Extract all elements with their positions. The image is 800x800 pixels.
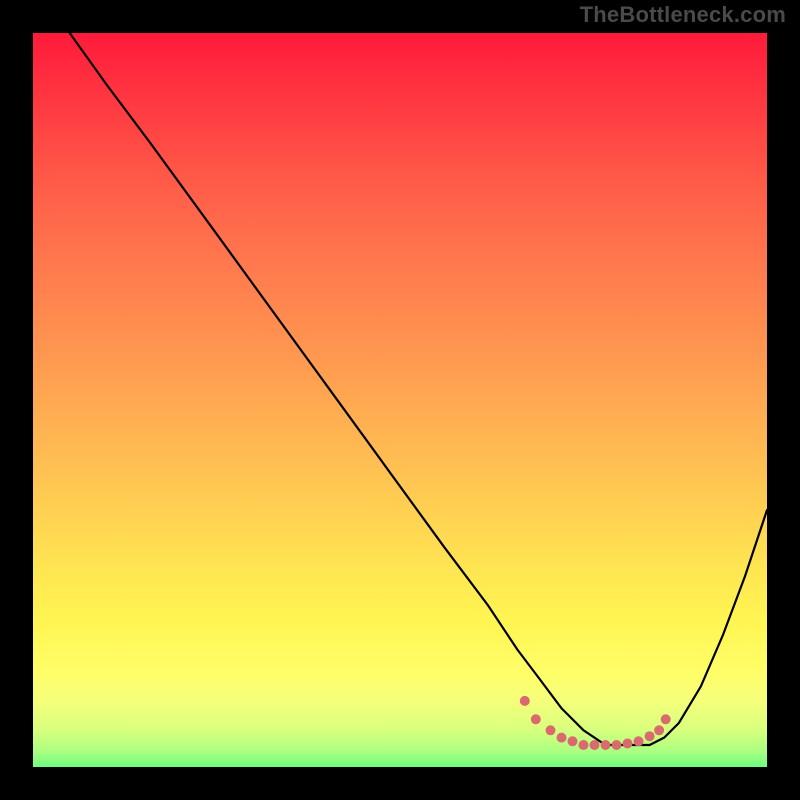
marker-dot (590, 740, 600, 750)
marker-dot (661, 714, 671, 724)
marker-dot (612, 740, 622, 750)
marker-dot (531, 714, 541, 724)
watermark-text: TheBottleneck.com (580, 2, 786, 28)
marker-dot (601, 740, 611, 750)
bottleneck-curve (70, 33, 767, 745)
plot-area (33, 33, 767, 767)
curve-layer (33, 33, 767, 767)
marker-dot (568, 736, 578, 746)
marker-dot (623, 739, 633, 749)
marker-dot (654, 725, 664, 735)
chart-frame: TheBottleneck.com (0, 0, 800, 800)
marker-dot (634, 736, 644, 746)
marker-dot (546, 725, 556, 735)
marker-dot (520, 696, 530, 706)
marker-dot (645, 731, 655, 741)
low-band-dots (520, 696, 671, 750)
marker-dot (579, 740, 589, 750)
marker-dot (557, 733, 567, 743)
